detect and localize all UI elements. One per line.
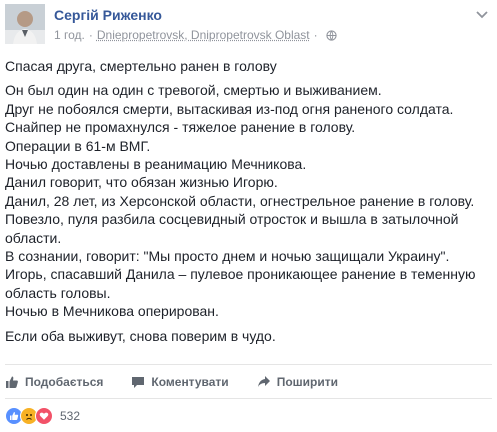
globe-icon[interactable] [326, 29, 337, 41]
post-location[interactable]: Dniepropetrovsk, Dnipropetrovsk Oblast [97, 28, 310, 42]
post-line: Данил говорит, что обязан жизнью Игорю. [5, 174, 278, 191]
post-line: Снайпер не промахнулся - тяжелое ранение… [5, 119, 356, 136]
post-line: Операции в 61-м ВМГ. [5, 137, 151, 154]
share-label: Поширити [276, 375, 338, 389]
post-meta: 1 год. · Dniepropetrovsk, Dnipropetrovsk… [54, 28, 337, 42]
post-line: Ночью доставлены в реанимацию Мечникова. [5, 156, 307, 173]
meta-separator-2: · [313, 28, 318, 42]
divider-2 [5, 398, 492, 399]
post-line: область головы. [5, 284, 111, 301]
post-time[interactable]: 1 год. [54, 28, 85, 42]
post-body: Спасая друга, смертельно ранен в голову … [5, 57, 493, 345]
post-closing: Если оба выживут, снова поверим в чудо. [5, 327, 276, 344]
comment-icon [132, 377, 145, 388]
share-button[interactable]: Поширити [257, 375, 338, 389]
chevron-down-icon[interactable] [475, 8, 489, 22]
divider [5, 364, 492, 365]
post-line: Данил, 28 лет, из Херсонской области, ог… [5, 192, 475, 209]
post-line: области. [5, 229, 62, 246]
post-header: Сергій Риженко 1 год. · Dniepropetrovsk,… [5, 4, 489, 44]
post-line: Повезло, пуля разбила сосцевидный отрост… [5, 211, 459, 228]
post-line: Ночью в Мечникова оперирован. [5, 303, 219, 320]
like-button[interactable]: Подобається [5, 375, 103, 389]
share-icon [257, 376, 270, 387]
post-line: Игорь, спасавший Данила – пулевое проник… [5, 266, 476, 283]
post-line: Друг не побоялся смерти, вытаскивая из-п… [5, 100, 454, 117]
love-icon [35, 407, 53, 425]
post-line: Он был один на один с тревогой, смертью … [5, 82, 382, 99]
author-name[interactable]: Сергій Риженко [54, 7, 162, 23]
comment-label: Коментувати [151, 375, 229, 389]
post-title: Спасая друга, смертельно ранен в голову [5, 58, 277, 74]
avatar-photo-icon [5, 4, 45, 44]
post-line: В сознании, говорит: "Мы просто днем и н… [5, 248, 450, 265]
meta-separator: · [88, 28, 93, 42]
comment-button[interactable]: Коментувати [131, 375, 229, 389]
reaction-count[interactable]: 532 [60, 409, 80, 423]
like-label: Подобається [25, 375, 104, 389]
post-text: Он был один на один с тревогой, смертью … [5, 81, 493, 320]
reactions-summary[interactable]: 532 [5, 406, 80, 426]
thumbs-up-icon [6, 376, 18, 388]
avatar[interactable] [5, 4, 45, 44]
action-bar: Подобається Коментувати Поширити [5, 371, 365, 393]
